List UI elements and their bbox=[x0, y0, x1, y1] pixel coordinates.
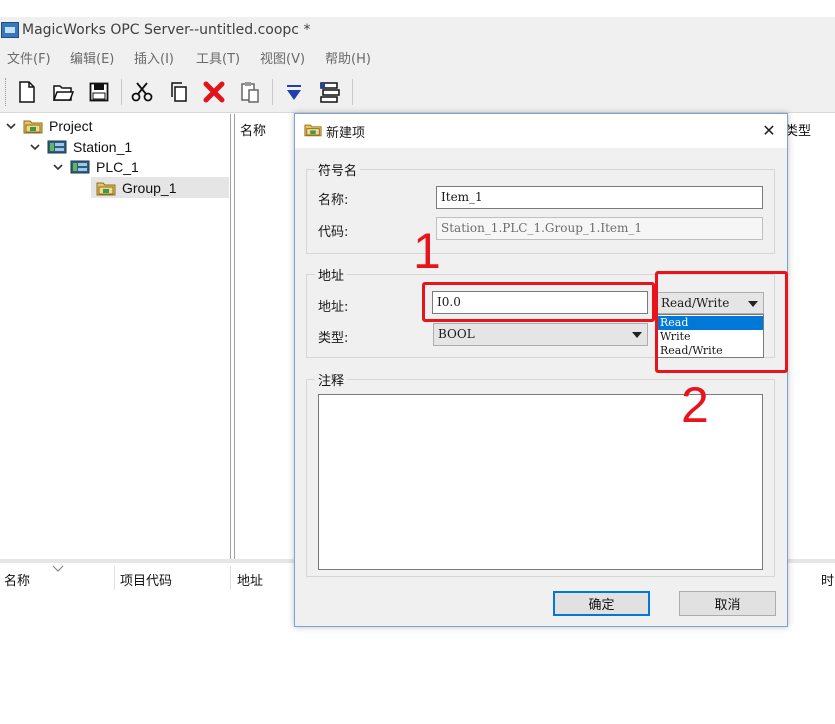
type-select[interactable]: BOOL bbox=[433, 323, 648, 346]
plc-icon bbox=[70, 160, 90, 174]
column-header-type[interactable]: 类型 bbox=[785, 120, 811, 139]
ok-button[interactable]: 确定 bbox=[553, 591, 650, 616]
new-file-icon[interactable] bbox=[13, 78, 41, 106]
highlight-box-access bbox=[655, 271, 788, 373]
tree-label: Project bbox=[49, 118, 93, 134]
tree-item-plc[interactable]: PLC_1 bbox=[52, 157, 139, 177]
delete-icon[interactable] bbox=[200, 78, 228, 106]
column-header-name[interactable]: 名称 bbox=[240, 120, 266, 139]
copy-icon[interactable] bbox=[164, 78, 192, 106]
dialog-titlebar[interactable] bbox=[295, 114, 787, 148]
menu-insert[interactable]: 插入(I) bbox=[134, 48, 174, 67]
log-column-code[interactable]: 项目代码 bbox=[120, 570, 172, 589]
annotation-number-1: 1 bbox=[413, 223, 441, 279]
tree-label: Group_1 bbox=[122, 180, 177, 196]
column-divider bbox=[114, 566, 115, 590]
tree-label: PLC_1 bbox=[96, 159, 139, 175]
cut-icon[interactable] bbox=[128, 78, 156, 106]
annotation-number-2: 2 bbox=[681, 377, 709, 433]
menu-tools[interactable]: 工具(T) bbox=[196, 48, 240, 67]
menu-bar bbox=[0, 45, 835, 71]
name-label: 名称: bbox=[318, 193, 349, 208]
tree-item-group[interactable]: Group_1 bbox=[96, 178, 176, 198]
log-column-address[interactable]: 地址 bbox=[237, 570, 263, 589]
filter-icon[interactable] bbox=[280, 78, 308, 106]
open-folder-icon[interactable] bbox=[49, 78, 77, 106]
tree-item-station[interactable]: Station_1 bbox=[29, 137, 132, 157]
toolbar-separator bbox=[352, 79, 353, 105]
tree-label: Station_1 bbox=[73, 139, 133, 155]
folder-icon bbox=[304, 123, 322, 141]
symbol-group-title: 符号名 bbox=[315, 160, 361, 179]
name-input[interactable]: Item_1 bbox=[436, 186, 763, 209]
chevron-down-icon[interactable] bbox=[29, 141, 41, 153]
folder-icon bbox=[96, 181, 116, 196]
toolbar-separator bbox=[121, 79, 122, 105]
symbol-group-box bbox=[306, 169, 775, 254]
sort-chevron-icon bbox=[52, 562, 64, 577]
highlight-box-address bbox=[422, 282, 655, 322]
tree-item-project[interactable]: Project bbox=[5, 116, 93, 136]
comment-group-title: 注释 bbox=[315, 370, 348, 389]
chevron-down-icon[interactable] bbox=[5, 120, 17, 132]
menu-view[interactable]: 视图(V) bbox=[260, 48, 305, 67]
log-column-time[interactable]: 时 bbox=[821, 570, 834, 589]
toolbar-grip[interactable] bbox=[5, 78, 9, 106]
menu-help[interactable]: 帮助(H) bbox=[325, 48, 371, 67]
save-icon[interactable] bbox=[85, 78, 113, 106]
chevron-down-icon[interactable] bbox=[52, 161, 64, 173]
code-label: 代码: bbox=[318, 225, 349, 240]
cancel-button[interactable]: 取消 bbox=[679, 591, 776, 616]
list-icon[interactable] bbox=[316, 78, 344, 106]
type-label: 类型: bbox=[318, 331, 349, 346]
code-field[interactable]: Station_1.PLC_1.Group_1.Item_1 bbox=[436, 217, 763, 240]
address-label: 地址: bbox=[318, 300, 349, 315]
paste-icon[interactable] bbox=[236, 78, 264, 106]
top-strip bbox=[0, 0, 835, 17]
window-title: MagicWorks OPC Server--untitled.coopc * bbox=[22, 22, 311, 38]
toolbar bbox=[0, 71, 835, 113]
close-icon[interactable]: ✕ bbox=[758, 119, 780, 141]
column-divider bbox=[230, 566, 231, 590]
app-icon bbox=[1, 22, 19, 38]
station-icon bbox=[47, 140, 67, 154]
log-column-name[interactable]: 名称 bbox=[4, 570, 30, 589]
dialog-title: 新建项 bbox=[326, 126, 366, 141]
dropdown-arrow-icon bbox=[632, 332, 642, 338]
menu-edit[interactable]: 编辑(E) bbox=[70, 48, 114, 67]
toolbar-separator bbox=[272, 79, 273, 105]
address-group-title: 地址 bbox=[315, 265, 348, 284]
folder-icon bbox=[23, 119, 43, 134]
menu-file[interactable]: 文件(F) bbox=[7, 48, 51, 67]
type-select-value: BOOL bbox=[438, 327, 475, 341]
